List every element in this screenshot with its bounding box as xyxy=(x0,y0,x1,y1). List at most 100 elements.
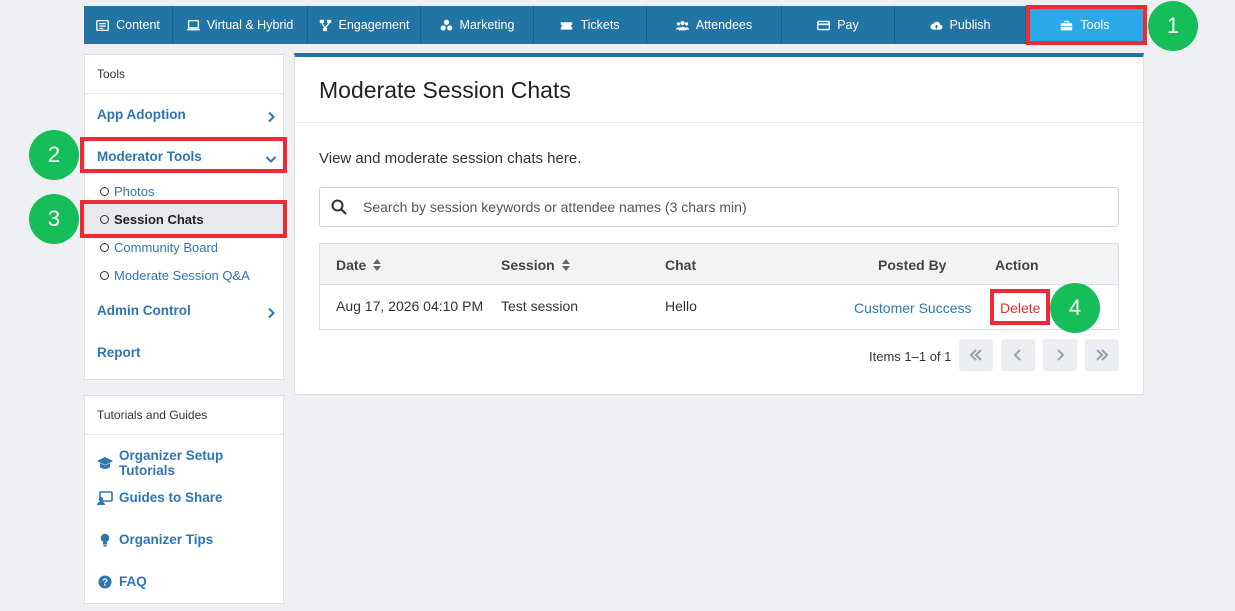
last-page-button[interactable] xyxy=(1085,339,1119,371)
search-box[interactable] xyxy=(319,187,1119,227)
nav-tools-label: Tools xyxy=(1080,18,1110,32)
cloud-upload-icon xyxy=(929,21,942,30)
chats-table: Date Session Chat Posted By Action Aug 1… xyxy=(319,243,1119,330)
content-icon xyxy=(96,19,109,31)
nav-attendees-label: Attendees xyxy=(695,18,753,32)
nav-content[interactable]: Content xyxy=(84,6,173,44)
step-badge-3: 3 xyxy=(29,194,79,244)
moderate-qa-label: Moderate Session Q&A xyxy=(114,268,250,283)
engagement-icon xyxy=(319,19,331,31)
main-card: Moderate Session Chats View and moderate… xyxy=(294,53,1144,395)
circle-icon xyxy=(100,243,109,252)
col-action-label: Action xyxy=(995,257,1039,273)
nav-marketing-label: Marketing xyxy=(459,18,515,32)
sidebar-item-admin-control[interactable]: Admin Control xyxy=(97,303,191,318)
next-page-button[interactable] xyxy=(1043,339,1077,371)
chevron-right-icon xyxy=(265,110,277,123)
nav-tickets[interactable]: Tickets xyxy=(534,6,647,44)
nav-engagement[interactable]: Engagement xyxy=(308,6,421,44)
tools-panel-title: Tools xyxy=(85,55,283,94)
admin-control-label: Admin Control xyxy=(97,303,191,318)
col-date[interactable]: Date xyxy=(336,257,382,273)
nav-virtual-hybrid-label: Virtual & Hybrid xyxy=(206,18,294,32)
photos-label: Photos xyxy=(114,184,155,199)
col-chat: Chat xyxy=(665,257,696,273)
nav-virtual-hybrid[interactable]: Virtual & Hybrid xyxy=(173,6,308,44)
nav-attendees[interactable]: Attendees xyxy=(647,6,782,44)
cell-posted-by-link[interactable]: Customer Success xyxy=(854,300,971,316)
double-chevron-left-icon xyxy=(969,349,982,361)
chevron-down-icon xyxy=(265,152,277,164)
tutorial-faq-label: FAQ xyxy=(119,574,147,589)
community-board-label: Community Board xyxy=(114,240,219,255)
session-chats-label: Session Chats xyxy=(114,212,204,227)
double-chevron-right-icon xyxy=(1096,349,1109,361)
lightbulb-icon xyxy=(100,533,110,546)
col-posted-by: Posted By xyxy=(878,257,946,273)
tutorials-panel-title: Tutorials and Guides xyxy=(85,396,283,435)
card-icon xyxy=(817,20,831,30)
circle-icon xyxy=(100,215,109,224)
sub-item-photos[interactable]: Photos xyxy=(100,184,154,199)
search-input[interactable] xyxy=(363,199,1103,215)
page-description: View and moderate session chats here. xyxy=(319,150,582,167)
chevron-right-icon xyxy=(265,306,277,319)
tutorial-tips-label: Organizer Tips xyxy=(119,532,214,547)
col-chat-label: Chat xyxy=(665,257,697,273)
page-title: Moderate Session Chats xyxy=(319,77,571,103)
tutorial-guides-label: Guides to Share xyxy=(119,490,223,505)
delete-button[interactable]: Delete xyxy=(1000,300,1040,316)
cell-session: Test session xyxy=(501,298,579,314)
tutorial-faq[interactable]: ? FAQ xyxy=(97,574,147,589)
top-nav: Content Virtual & Hybrid Engagement Mark… xyxy=(84,6,1144,44)
title-divider xyxy=(295,122,1143,123)
prev-page-button[interactable] xyxy=(1001,339,1035,371)
chevron-right-icon xyxy=(1057,349,1065,361)
pager-count: Items 1–1 of 1 xyxy=(869,349,952,364)
sub-item-moderate-qa[interactable]: Moderate Session Q&A xyxy=(100,268,250,283)
sort-icon xyxy=(373,259,382,271)
nav-content-label: Content xyxy=(116,18,160,32)
marketing-icon xyxy=(440,19,452,31)
tutorials-panel: Tutorials and Guides Organizer Setup Tut… xyxy=(84,395,284,604)
sort-icon xyxy=(561,259,570,271)
app-adoption-label: App Adoption xyxy=(97,107,186,122)
nav-marketing[interactable]: Marketing xyxy=(421,6,534,44)
sidebar-item-moderator-tools[interactable]: Moderator Tools xyxy=(97,149,202,164)
svg-text:?: ? xyxy=(102,577,108,588)
sub-item-community-board[interactable]: Community Board xyxy=(100,240,218,255)
sub-item-session-chats[interactable]: Session Chats xyxy=(100,212,204,227)
step-badge-2: 2 xyxy=(29,130,79,180)
cell-date: Aug 17, 2026 04:10 PM xyxy=(336,298,484,314)
nav-tools[interactable]: Tools xyxy=(1026,6,1144,44)
sidebar-item-app-adoption[interactable]: App Adoption xyxy=(97,107,186,122)
col-date-label: Date xyxy=(336,257,367,273)
circle-icon xyxy=(100,187,109,196)
col-session[interactable]: Session xyxy=(501,257,571,273)
circle-icon xyxy=(100,271,109,280)
nav-pay-label: Pay xyxy=(837,18,859,32)
cell-chat: Hello xyxy=(665,298,697,314)
sidebar-item-report[interactable]: Report xyxy=(97,345,141,360)
first-page-button[interactable] xyxy=(959,339,993,371)
tutorial-guides[interactable]: Guides to Share xyxy=(97,490,223,505)
step-badge-4: 4 xyxy=(1050,283,1100,333)
nav-publish-label: Publish xyxy=(949,18,991,32)
share-screen-icon xyxy=(97,490,113,505)
moderator-tools-label: Moderator Tools xyxy=(97,149,202,164)
monitor-icon xyxy=(186,19,200,30)
tools-panel: Tools App Adoption Moderator Tools Photo… xyxy=(84,54,284,380)
graduation-cap-icon xyxy=(97,457,113,469)
table-header: Date Session Chat Posted By Action xyxy=(320,244,1118,285)
nav-publish[interactable]: Publish xyxy=(895,6,1026,44)
tutorial-setup[interactable]: Organizer Setup Tutorials xyxy=(97,448,283,478)
chevron-left-icon xyxy=(1013,349,1021,361)
nav-pay[interactable]: Pay xyxy=(782,6,895,44)
tutorial-tips[interactable]: Organizer Tips xyxy=(97,532,213,547)
nav-engagement-label: Engagement xyxy=(338,18,410,32)
step-badge-1: 1 xyxy=(1148,1,1198,51)
tutorial-setup-label: Organizer Setup Tutorials xyxy=(119,448,224,478)
toolbox-icon xyxy=(1061,20,1073,30)
nav-tickets-label: Tickets xyxy=(580,18,620,32)
col-session-label: Session xyxy=(501,257,555,273)
